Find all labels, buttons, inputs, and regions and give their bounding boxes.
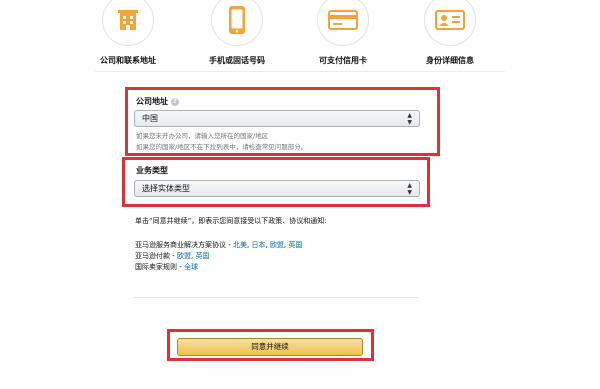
step-label: 可支付信用卡: [319, 56, 367, 65]
progress-line: [95, 71, 505, 72]
step-circle: [102, 0, 154, 46]
step-label: 手机或固话号码: [209, 56, 265, 65]
select-arrows-icon: ▲ ▼: [407, 112, 412, 126]
business-type-label: 业务类型: [136, 166, 168, 175]
id-card-icon: [435, 10, 465, 30]
link-japan[interactable]: 日本: [251, 241, 265, 249]
company-address-label: 公司地址?: [136, 96, 179, 107]
step-circle: [317, 0, 369, 46]
step-progress: 公司和联系地址 手机或固话号码 可支付信用卡 身份详细信息: [0, 0, 600, 80]
link-payments-eu[interactable]: 欧盟: [177, 252, 191, 260]
company-address-hint-1: 如果您未开办公司，请输入您所在的国家/地区: [136, 132, 269, 140]
agreement-line-payments-prefix: 亚马逊付款 -: [135, 252, 177, 260]
agreement-intro: 单击“同意并继续”，即表示您同意接受以下政策、协议和通知:: [135, 217, 327, 225]
step-circle: [211, 0, 263, 46]
country-select-value: 中国: [142, 114, 158, 123]
building-icon: [118, 10, 138, 30]
step-company-address: 公司和联系地址: [73, 0, 183, 66]
company-address-label-text: 公司地址: [136, 97, 168, 106]
link-payments-uk[interactable]: 英国: [195, 252, 209, 260]
link-uk[interactable]: 英国: [288, 241, 302, 249]
country-select[interactable]: 中国 ▲ ▼: [134, 110, 420, 127]
link-eu[interactable]: 欧盟: [270, 241, 284, 249]
divider: [133, 297, 418, 298]
agreement-line-payments: 亚马逊付款 - 欧盟, 英国: [135, 252, 210, 260]
agree-and-continue-button[interactable]: 同意并继续: [177, 338, 363, 356]
business-type-select[interactable]: 选择实体类型 ▲ ▼: [134, 180, 420, 197]
link-north-america[interactable]: 北美: [233, 241, 247, 249]
step-label: 公司和联系地址: [100, 56, 156, 65]
help-icon[interactable]: ?: [171, 98, 179, 106]
mobile-phone-icon: [229, 6, 245, 34]
select-arrows-icon: ▲ ▼: [407, 182, 412, 196]
step-credit-card: 可支付信用卡: [288, 0, 398, 66]
agreement-line-bsa: 亚马逊服务商业解决方案协议 - 北美, 日本, 欧盟, 英国: [135, 241, 303, 249]
company-address-hint-2: 如果您的国家/地区不在下拉列表中，请检查常见问题部分。: [136, 143, 308, 151]
step-identity: 身份详细信息: [395, 0, 505, 66]
step-label: 身份详细信息: [426, 56, 474, 65]
credit-card-icon: [328, 10, 358, 30]
step-phone: 手机或固话号码: [182, 0, 292, 66]
link-global[interactable]: 全球: [184, 263, 198, 271]
step-circle: [424, 0, 476, 46]
agreement-line-rules-prefix: 国际卖家规则 -: [135, 263, 184, 271]
agreement-line-bsa-prefix: 亚马逊服务商业解决方案协议 -: [135, 241, 233, 249]
business-type-select-value: 选择实体类型: [142, 184, 190, 193]
agreement-line-rules: 国际卖家规则 - 全球: [135, 262, 198, 272]
